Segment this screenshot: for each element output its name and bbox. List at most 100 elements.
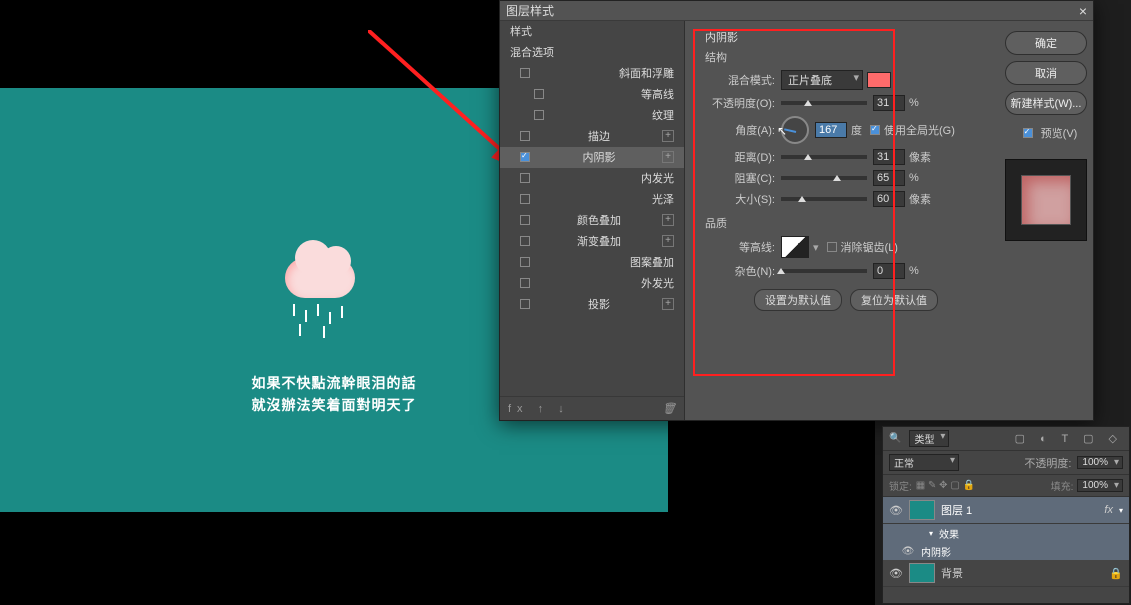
add-icon[interactable]: + [662, 235, 674, 247]
blend-mode-dropdown[interactable]: 正片叠底 [781, 70, 863, 90]
sidebar-item-gradient-overlay[interactable]: 渐变叠加+ [500, 231, 684, 252]
angle-input[interactable] [815, 122, 847, 138]
search-icon[interactable]: 🔍 [889, 433, 901, 444]
fx-icon[interactable]: fx [508, 403, 529, 415]
noise-slider[interactable] [781, 269, 867, 273]
cloud-shape [285, 258, 355, 298]
global-light-checkbox[interactable] [870, 125, 880, 135]
sidebar-item-color-overlay[interactable]: 颜色叠加+ [500, 210, 684, 231]
checkbox-icon[interactable] [520, 173, 530, 183]
checkbox-icon[interactable] [534, 110, 544, 120]
sidebar-item-satin[interactable]: 光泽 [500, 189, 684, 210]
layer-opacity-dropdown[interactable]: 100% [1077, 456, 1123, 469]
size-input[interactable] [873, 191, 905, 207]
cancel-button[interactable]: 取消 [1005, 61, 1087, 85]
add-icon[interactable]: + [662, 214, 674, 226]
size-label: 大小(S): [705, 191, 775, 207]
layers-panel: 🔍 类型 ▢ ◐ T ▢ ◇ 正常 不透明度: 100% 锁定: ▦ ✎ ✥ ▢… [882, 426, 1130, 604]
preview-checkbox[interactable] [1023, 128, 1033, 138]
checkbox-icon[interactable] [520, 194, 530, 204]
fx-badge[interactable]: fx [1104, 504, 1113, 516]
down-icon[interactable]: ↓ [558, 403, 570, 415]
sidebar-item-drop-shadow[interactable]: 投影+ [500, 294, 684, 315]
layer-effect-inner-shadow[interactable]: 👁 内阴影 [883, 542, 1129, 560]
add-icon[interactable]: + [662, 298, 674, 310]
size-slider[interactable] [781, 197, 867, 201]
sidebar-item-stroke[interactable]: 描边+ [500, 126, 684, 147]
visibility-icon[interactable]: 👁 [901, 546, 915, 557]
collapse-icon[interactable]: ▾ [1119, 506, 1123, 515]
dialog-buttons: 确定 取消 新建样式(W)... 预览(V) [999, 21, 1093, 420]
layer-style-dialog: 图层样式 × 样式 混合选项 斜面和浮雕 等高线 纹理 描边+ 内阴影+ 内发光… [499, 0, 1094, 421]
set-default-button[interactable]: 设置为默认值 [754, 289, 842, 311]
fill-label: 填充: [1051, 478, 1074, 493]
sidebar-item-styles[interactable]: 样式 [500, 21, 684, 42]
opacity-slider[interactable] [781, 101, 867, 105]
effects-label: 效果 [939, 526, 959, 541]
up-icon[interactable]: ↑ [538, 403, 550, 415]
trash-icon[interactable]: 🗑 [662, 402, 676, 415]
size-unit: 像素 [909, 191, 931, 207]
noise-label: 杂色(N): [705, 263, 775, 279]
fill-dropdown[interactable]: 100% [1077, 479, 1123, 492]
distance-slider[interactable] [781, 155, 867, 159]
sidebar-item-inner-shadow[interactable]: 内阴影+ [500, 147, 684, 168]
sidebar-item-contour[interactable]: 等高线 [500, 84, 684, 105]
sidebar-item-inner-glow[interactable]: 内发光 [500, 168, 684, 189]
shadow-color-swatch[interactable] [867, 72, 891, 88]
checkbox-icon[interactable] [520, 299, 530, 309]
add-icon[interactable]: + [662, 151, 674, 163]
checkbox-icon[interactable] [520, 236, 530, 246]
choke-input[interactable] [873, 170, 905, 186]
checkbox-icon[interactable] [520, 215, 530, 225]
layer-mode-dropdown[interactable]: 正常 [889, 454, 959, 471]
noise-input[interactable] [873, 263, 905, 279]
new-style-button[interactable]: 新建样式(W)... [1005, 91, 1087, 115]
checkbox-icon[interactable] [520, 152, 530, 162]
contour-label: 等高线: [705, 239, 775, 255]
ok-button[interactable]: 确定 [1005, 31, 1087, 55]
close-icon[interactable]: × [1079, 4, 1087, 18]
sidebar-item-outer-glow[interactable]: 外发光 [500, 273, 684, 294]
layer-item-layer1[interactable]: 👁 图层 1 fx ▾ [883, 497, 1129, 524]
visibility-icon[interactable]: 👁 [889, 567, 903, 580]
choke-slider[interactable] [781, 176, 867, 180]
sidebar-item-blend-options[interactable]: 混合选项 [500, 42, 684, 63]
angle-dial[interactable]: ↖ [781, 116, 809, 144]
add-icon[interactable]: + [662, 130, 674, 142]
layer-thumbnail [909, 500, 935, 520]
layer-item-background[interactable]: 👁 背景 🔒 [883, 560, 1129, 587]
distance-input[interactable] [873, 149, 905, 165]
visibility-icon[interactable]: 👁 [889, 504, 903, 517]
sidebar-item-texture[interactable]: 纹理 [500, 105, 684, 126]
layers-lock-bar: 锁定: ▦ ✎ ✥ ▢ 🔒 填充: 100% [883, 475, 1129, 497]
opacity-label: 不透明度(O): [705, 95, 775, 111]
checkbox-icon[interactable] [520, 257, 530, 267]
checkbox-icon[interactable] [520, 131, 530, 141]
opacity-input[interactable] [873, 95, 905, 111]
filter-icons[interactable]: ▢ ◐ T ▢ ◇ [1015, 432, 1123, 445]
cursor-icon: ↖ [777, 124, 787, 138]
checkbox-icon[interactable] [534, 89, 544, 99]
choke-label: 阻塞(C): [705, 170, 775, 186]
sidebar-item-pattern-overlay[interactable]: 图案叠加 [500, 252, 684, 273]
choke-row: 阻塞(C): % [705, 170, 987, 186]
contour-picker[interactable] [781, 236, 809, 258]
blend-mode-row: 混合模式: 正片叠底 [705, 70, 987, 90]
lock-icons[interactable]: ▦ ✎ ✥ ▢ 🔒 [916, 480, 975, 491]
distance-label: 距离(D): [705, 149, 775, 165]
sidebar-item-bevel[interactable]: 斜面和浮雕 [500, 63, 684, 84]
layer-effects-row[interactable]: ▾ 效果 [883, 524, 1129, 542]
antialias-checkbox[interactable] [827, 242, 837, 252]
opacity-row: 不透明度(O): % [705, 95, 987, 111]
checkbox-icon[interactable] [520, 278, 530, 288]
reset-default-button[interactable]: 复位为默认值 [850, 289, 938, 311]
settings-section-title: 内阴影 [705, 29, 987, 45]
dialog-titlebar[interactable]: 图层样式 × [500, 1, 1093, 21]
lock-icon: 🔒 [1109, 567, 1123, 580]
effect-name: 内阴影 [921, 544, 951, 559]
styles-sidebar: 样式 混合选项 斜面和浮雕 等高线 纹理 描边+ 内阴影+ 内发光 光泽 颜色叠… [500, 21, 685, 420]
collapse-icon[interactable]: ▾ [929, 529, 933, 538]
filter-type-dropdown[interactable]: 类型 [909, 430, 949, 447]
checkbox-icon[interactable] [520, 68, 530, 78]
